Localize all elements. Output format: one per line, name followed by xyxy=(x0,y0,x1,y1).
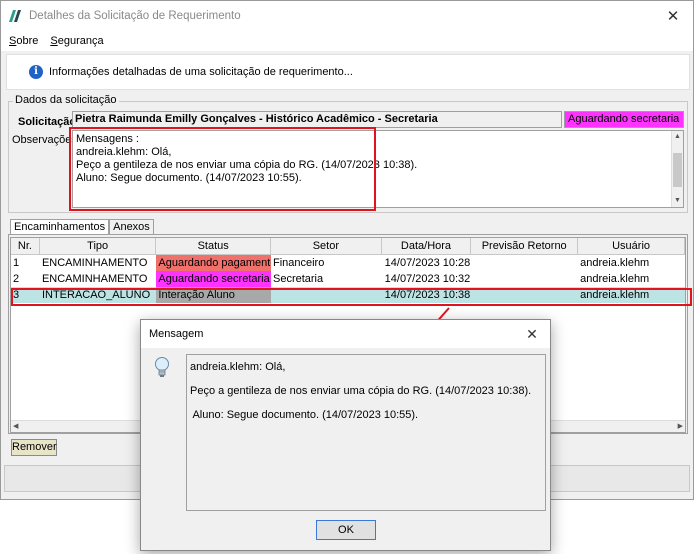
cell-tipo: ENCAMINHAMENTO xyxy=(41,273,148,285)
remove-button[interactable]: Remover xyxy=(11,439,57,456)
menu-item-seguranca[interactable]: Segurança xyxy=(50,35,103,47)
tab-anexos[interactable]: Anexos xyxy=(109,219,154,234)
table-row[interactable]: 2 ENCAMINHAMENTO Aguardando secretaria S… xyxy=(11,271,685,287)
dialog-line: Peço a gentileza de nos enviar uma cópia… xyxy=(190,385,532,397)
column-header-status[interactable]: Status xyxy=(156,238,271,254)
scroll-up-icon[interactable]: ▲ xyxy=(672,131,683,143)
column-header-previsao[interactable]: Previsão Retorno xyxy=(471,238,579,254)
column-header-tipo[interactable]: Tipo xyxy=(40,238,157,254)
info-bar: i Informações detalhadas de uma solicita… xyxy=(6,54,690,90)
column-header-setor[interactable]: Setor xyxy=(271,238,382,254)
column-header-usuario[interactable]: Usuário xyxy=(578,238,685,254)
ok-button[interactable]: OK xyxy=(316,520,376,540)
cell-previsao xyxy=(471,271,578,287)
menu-bar: Sobre Segurança xyxy=(1,31,693,51)
column-header-datahora[interactable]: Data/Hora xyxy=(382,238,472,254)
info-icon: i xyxy=(29,65,43,79)
scroll-left-icon[interactable]: ◀ xyxy=(13,421,18,432)
cell-setor: Financeiro xyxy=(272,257,325,269)
cell-datahora: 14/07/2023 10:28 xyxy=(384,257,471,269)
scroll-thumb[interactable] xyxy=(673,153,682,187)
cell-nr: 1 xyxy=(13,257,20,269)
dialog-message: andreia.klehm: Olá, Peço a gentileza de … xyxy=(186,354,546,511)
close-icon[interactable]: ✕ xyxy=(653,7,693,25)
dialog-title: Mensagem xyxy=(149,328,204,340)
dialog-line: andreia.klehm: Olá, xyxy=(190,361,286,373)
vertical-scrollbar[interactable]: ▲ ▼ xyxy=(671,131,683,207)
dialog-close-icon[interactable]: ✕ xyxy=(514,326,550,343)
dialog-line: Aluno: Segue documento. (14/07/2023 10:5… xyxy=(190,409,419,421)
app-logo-icon xyxy=(9,10,21,22)
dialog-title-bar: Mensagem ✕ xyxy=(141,320,550,348)
highlight-box-selected-row xyxy=(11,288,692,306)
cell-usuario: andreia.klehm xyxy=(580,273,650,285)
table-header: Nr. Tipo Status Setor Data/Hora Previsão… xyxy=(11,238,685,255)
tab-encaminhamentos[interactable]: Encaminhamentos xyxy=(10,219,110,235)
cell-status: Aguardando secretaria xyxy=(156,271,271,287)
table-row[interactable]: 1 ENCAMINHAMENTO Aguardando pagamento Fi… xyxy=(11,255,685,271)
cell-setor: Secretaria xyxy=(272,273,324,285)
cell-status: Aguardando pagamento xyxy=(156,255,271,271)
tab-strip: Encaminhamentos Anexos xyxy=(10,219,154,235)
lightbulb-icon xyxy=(155,357,169,377)
solicitation-field[interactable]: Pietra Raimunda Emilly Gonçalves - Histó… xyxy=(72,111,562,128)
cell-datahora: 14/07/2023 10:32 xyxy=(384,273,471,285)
column-header-nr[interactable]: Nr. xyxy=(11,238,40,254)
message-dialog: Mensagem ✕ andreia.klehm: Olá, Peço a ge… xyxy=(140,319,551,551)
group-title: Dados da solicitação xyxy=(13,94,119,106)
status-badge: Aguardando secretaria xyxy=(564,111,684,128)
cell-usuario: andreia.klehm xyxy=(580,257,650,269)
scroll-down-icon[interactable]: ▼ xyxy=(672,195,683,207)
cell-nr: 2 xyxy=(13,273,20,285)
cell-tipo: ENCAMINHAMENTO xyxy=(41,257,148,269)
menu-item-sobre[interactable]: Sobre xyxy=(9,35,38,47)
cell-previsao xyxy=(471,255,578,271)
window-title: Detalhes da Solicitação de Requerimento xyxy=(29,10,241,22)
scroll-right-icon[interactable]: ▶ xyxy=(678,421,683,432)
highlight-box-observations xyxy=(69,127,376,211)
title-bar: Detalhes da Solicitação de Requerimento … xyxy=(1,1,693,31)
info-text: Informações detalhadas de uma solicitaçã… xyxy=(49,66,353,78)
